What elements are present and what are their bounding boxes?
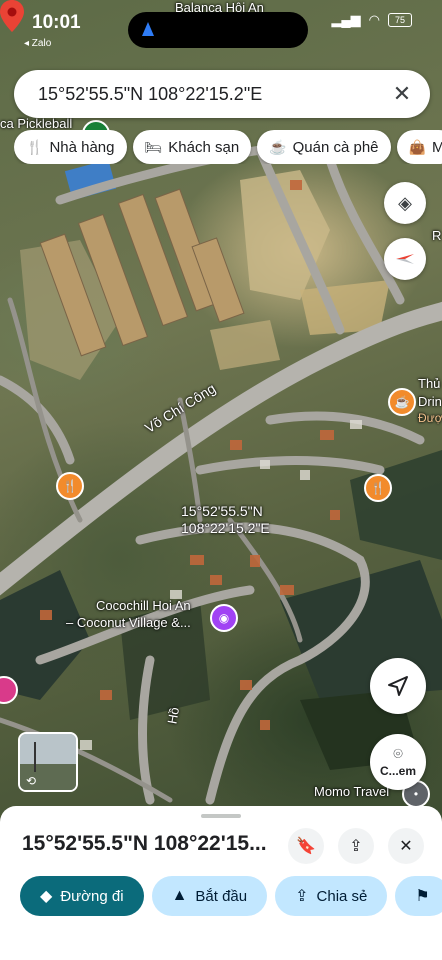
chip-hotels[interactable]: 🛏 Khách sạn: [132, 130, 252, 164]
compass-icon: [396, 254, 414, 264]
chip-label: Quán cà phê: [292, 138, 379, 156]
camera-poi-icon[interactable]: ◉: [210, 604, 238, 632]
start-button[interactable]: ▲ Bắt đầu: [151, 876, 268, 916]
sheet-drag-handle[interactable]: [201, 814, 241, 818]
restaurant-poi-icon[interactable]: 🍴: [56, 472, 84, 500]
map-label-pickleball[interactable]: ca Pickleball: [0, 116, 72, 131]
pin-label-lat: 15°52'55.5"N: [181, 503, 263, 519]
status-icons: ▂▄▆ ◠ 75: [331, 12, 412, 28]
save-button[interactable]: 🔖: [288, 828, 324, 864]
poi-cocochill-subtitle[interactable]: – Coconut Village &...: [66, 615, 191, 630]
share-icon: ⇪: [349, 838, 363, 855]
navigate-arrow-icon: ▲: [171, 887, 188, 904]
place-bottom-sheet[interactable]: 15°52'55.5"N 108°22'15... 🔖 ⇪ ✕ ◆ Đường đ…: [0, 806, 442, 960]
bed-icon: 🛏: [144, 138, 163, 155]
dynamic-island[interactable]: [128, 12, 308, 48]
search-bar[interactable]: 15°52'55.5"N 108°22'15.2"E ✕: [14, 70, 430, 118]
directions-label: Đường đi: [60, 887, 124, 905]
navigation-arrow-icon: [142, 22, 154, 36]
wifi-icon: ◠: [368, 12, 380, 27]
bookmark-icon: 🔖: [296, 838, 316, 855]
directions-icon: ◆: [40, 888, 53, 905]
chip-shopping[interactable]: 👜 M: [396, 130, 442, 164]
map-label-thu[interactable]: Thủ: [418, 376, 440, 391]
status-time: 10:01: [32, 12, 81, 33]
compass-button[interactable]: [384, 238, 426, 280]
chip-cafes[interactable]: ☕ Quán cà phê: [257, 130, 391, 164]
search-query[interactable]: 15°52'55.5"N 108°22'15.2"E: [38, 84, 262, 105]
fork-knife-icon: 🍴: [26, 138, 44, 155]
share-button[interactable]: ⇪ Chia sẻ: [275, 876, 388, 916]
chip-label: Khách sạn: [168, 138, 240, 156]
coffee-icon: ☕: [269, 138, 287, 155]
share-top-button[interactable]: ⇪: [338, 828, 374, 864]
search-this-area-button[interactable]: ⌾ C...em: [370, 734, 426, 790]
share-icon: ⇪: [295, 888, 309, 905]
map-label-duoc[interactable]: Đượ: [418, 411, 442, 425]
my-location-button[interactable]: [370, 658, 426, 714]
restaurant-poi-icon[interactable]: 🍴: [364, 474, 392, 502]
share-label: Chia sẻ: [316, 887, 368, 905]
camera-search-icon: ⌾: [393, 746, 403, 763]
layers-icon: ◈: [398, 192, 412, 213]
clear-search-icon[interactable]: ✕: [388, 80, 416, 108]
place-title: 15°52'55.5"N 108°22'15...: [22, 832, 267, 855]
start-label: Bắt đầu: [195, 887, 248, 905]
flag-icon: ⚑: [415, 888, 430, 905]
bag-icon: 👜: [408, 138, 426, 155]
back-to-app-link[interactable]: ◂ Zalo: [24, 38, 51, 49]
flag-button[interactable]: ⚑: [395, 876, 442, 916]
street-view-thumbnail[interactable]: ⟲: [18, 732, 78, 792]
signal-icon: ▂▄▆: [331, 12, 361, 27]
rotate-360-icon: ⟲: [26, 774, 37, 788]
place-actions: ◆ Đường đi ▲ Bắt đầu ⇪ Chia sẻ ⚑: [20, 876, 442, 918]
battery-icon: 75: [388, 13, 412, 27]
chip-restaurants[interactable]: 🍴 Nhà hàng: [14, 130, 127, 164]
close-icon: ✕: [399, 838, 413, 855]
poi-cocochill-name[interactable]: Cocochill Hoi An: [96, 598, 191, 613]
location-arrow-icon: [388, 676, 408, 696]
search-this-area-label: C...em: [379, 764, 416, 778]
map-label-momo[interactable]: Momo Travel: [314, 784, 389, 799]
chip-label: M: [431, 138, 442, 156]
layers-button[interactable]: ◈: [384, 182, 426, 224]
street-label-ho: Hồ: [164, 706, 183, 725]
pin-label-lng: 108°22'15.2"E: [181, 520, 270, 536]
map-label-drin[interactable]: Drin: [418, 394, 442, 409]
category-chips: 🍴 Nhà hàng 🛏 Khách sạn ☕ Quán cà phê 👜 M: [14, 130, 442, 164]
map-label-r[interactable]: R: [432, 228, 441, 243]
chip-label: Nhà hàng: [49, 138, 115, 156]
directions-button[interactable]: ◆ Đường đi: [20, 876, 144, 916]
close-sheet-button[interactable]: ✕: [388, 828, 424, 864]
coffee-poi-icon[interactable]: ☕: [388, 388, 416, 416]
